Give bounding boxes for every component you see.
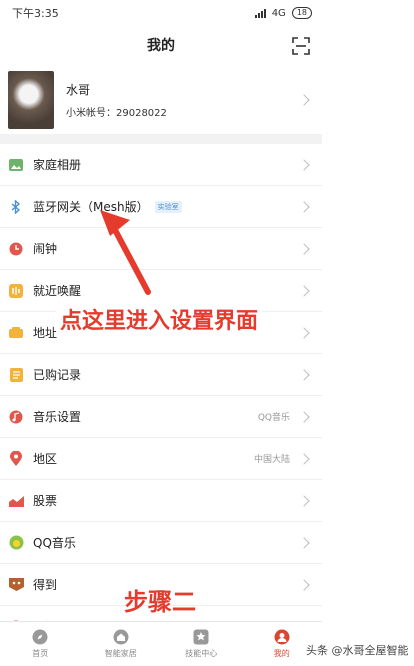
- settings-list: 家庭相册 蓝牙网关（Mesh版） 实验室 闹钟 就近唤醒 地址 已购记录 音乐设…: [0, 144, 322, 648]
- menu-item-alarm[interactable]: 闹钟: [0, 228, 322, 270]
- signal-icon: [254, 8, 266, 18]
- chevron-right-icon: [298, 326, 310, 339]
- battery-icon: 18: [291, 7, 312, 19]
- menu-label: 就近唤醒: [33, 284, 82, 298]
- qq-music-icon: [8, 535, 24, 551]
- chevron-right-icon: [298, 284, 310, 297]
- chevron-right-icon: [298, 452, 310, 465]
- annotation-instruction: 点这里进入设置界面: [56, 303, 263, 335]
- purchase-record-icon: [8, 367, 24, 383]
- menu-label: QQ音乐: [33, 536, 76, 550]
- bottom-tab-bar: 首页 智能家居 技能中心 我的: [0, 621, 322, 666]
- profile-icon: [274, 629, 290, 645]
- menu-item-music-settings[interactable]: 音乐设置 QQ音乐: [0, 396, 322, 438]
- profile-name: 水哥: [66, 83, 91, 97]
- chevron-right-icon: [298, 200, 310, 213]
- chevron-right-icon: [298, 410, 310, 423]
- menu-value: QQ音乐: [257, 413, 290, 423]
- profile-account: 小米帐号：29028022: [66, 108, 167, 119]
- stock-chart-icon: [8, 493, 24, 509]
- music-settings-icon: [8, 409, 24, 425]
- annotation-step: 步骤二: [124, 588, 196, 616]
- skill-center-icon: [193, 629, 209, 645]
- tab-label: 智能家居: [104, 649, 137, 658]
- address-icon: [8, 325, 24, 341]
- lab-badge: 实验室: [154, 200, 182, 213]
- menu-item-family-album[interactable]: 家庭相册: [0, 144, 322, 186]
- bluetooth-icon: [8, 199, 24, 215]
- tab-label: 首页: [32, 649, 49, 658]
- annotation-arrow: [100, 210, 151, 295]
- menu-label: 股票: [33, 494, 58, 508]
- status-time: 下午3:35: [12, 7, 59, 20]
- menu-value: 中国大陆: [253, 455, 290, 465]
- tab-label: 我的: [273, 649, 290, 658]
- smart-home-icon: [113, 629, 129, 645]
- chevron-right-icon: [298, 158, 310, 171]
- menu-label: 地区: [33, 452, 58, 466]
- menu-label: 家庭相册: [33, 158, 82, 172]
- menu-item-qq-music[interactable]: QQ音乐: [0, 522, 322, 564]
- tab-home[interactable]: 首页: [0, 622, 81, 666]
- avatar: [8, 71, 54, 129]
- network-type: 4G: [271, 7, 286, 19]
- chevron-right-icon: [298, 242, 310, 255]
- dedao-icon: [8, 577, 24, 593]
- chevron-right-icon: [298, 368, 310, 381]
- title-bar: 我的: [0, 26, 322, 66]
- watermark: 头条 @水哥全屋智能: [306, 644, 409, 657]
- chevron-right-icon: [298, 494, 310, 507]
- chevron-right-icon: [298, 536, 310, 549]
- tab-label: 技能中心: [185, 649, 218, 658]
- chevron-right-icon: [298, 578, 310, 591]
- location-pin-icon: [8, 451, 24, 467]
- menu-label: 已购记录: [33, 368, 82, 382]
- tab-skill-center[interactable]: 技能中心: [161, 622, 242, 666]
- menu-item-region[interactable]: 地区 中国大陆: [0, 438, 322, 480]
- chevron-right-icon: [298, 94, 310, 106]
- menu-item-purchase-record[interactable]: 已购记录: [0, 354, 322, 396]
- alarm-clock-icon: [8, 241, 24, 257]
- status-bar: 下午3:35 4G 18: [0, 0, 322, 26]
- profile-card[interactable]: 水哥 小米帐号：29028022: [0, 66, 322, 134]
- photo-album-icon: [8, 157, 24, 173]
- page-title: 我的: [147, 38, 175, 54]
- menu-item-bluetooth-gateway[interactable]: 蓝牙网关（Mesh版） 实验室: [0, 186, 322, 228]
- nearby-wake-icon: [8, 283, 24, 299]
- menu-label: 地址: [33, 326, 58, 340]
- scan-icon[interactable]: [292, 37, 310, 55]
- menu-label: 得到: [33, 578, 58, 592]
- menu-label: 闹钟: [33, 242, 58, 256]
- home-compass-icon: [32, 629, 48, 645]
- menu-item-stocks[interactable]: 股票: [0, 480, 322, 522]
- status-indicators: 4G 18: [254, 7, 312, 19]
- menu-label: 音乐设置: [33, 410, 82, 424]
- tab-smart-home[interactable]: 智能家居: [81, 622, 162, 666]
